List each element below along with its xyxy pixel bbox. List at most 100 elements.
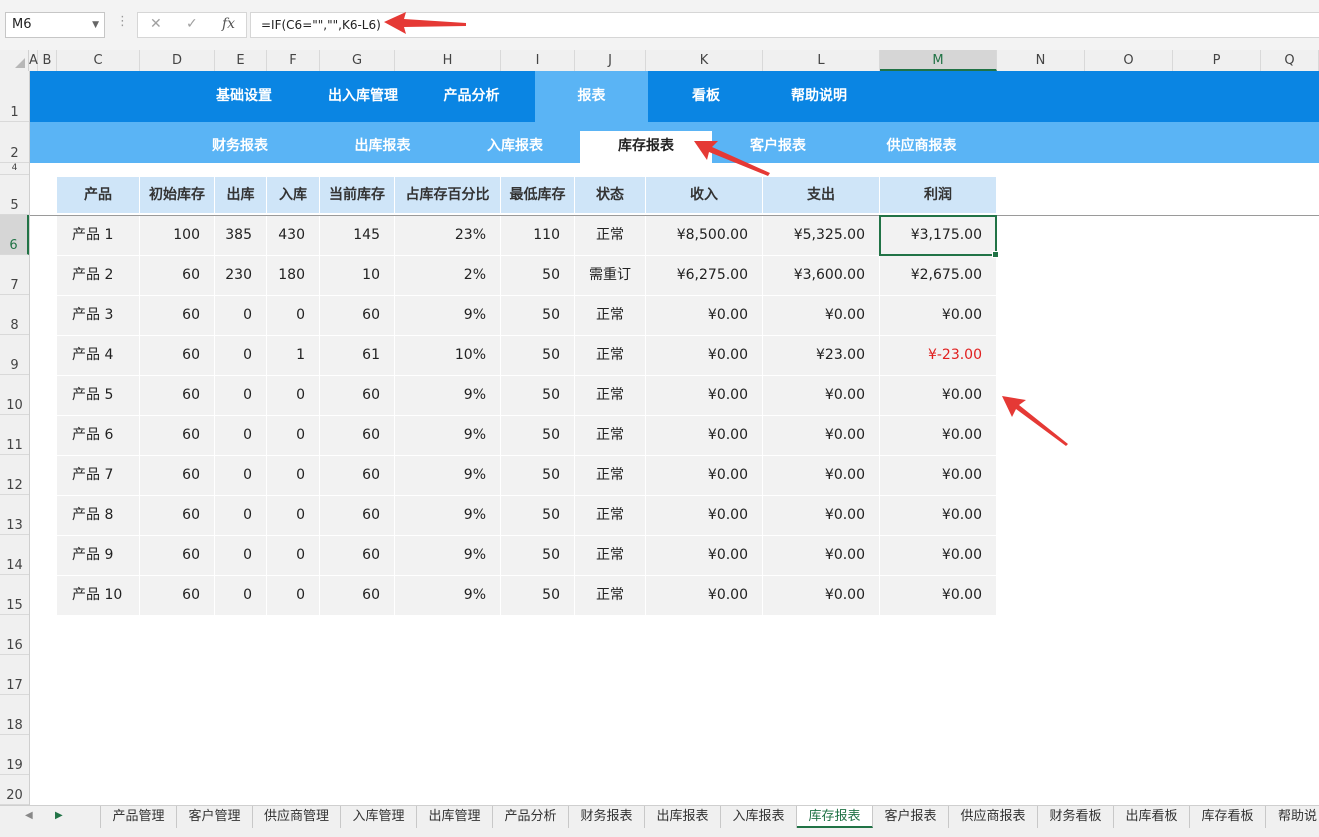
cancel-icon[interactable]: ✕ bbox=[150, 16, 162, 32]
table-cell[interactable]: 60 bbox=[320, 296, 394, 335]
table-cell[interactable]: 0 bbox=[267, 376, 319, 415]
table-cell[interactable]: 产品 1 bbox=[57, 216, 139, 255]
table-cell[interactable]: 60 bbox=[140, 336, 214, 375]
table-cell[interactable]: 0 bbox=[215, 496, 266, 535]
sheet-tab[interactable]: 入库管理 bbox=[341, 806, 417, 828]
nav-main-1[interactable]: 出入库管理 bbox=[320, 71, 406, 122]
table-cell[interactable]: 产品 6 bbox=[57, 416, 139, 455]
row-header-11[interactable]: 11 bbox=[0, 415, 29, 455]
name-box[interactable]: M6 ▼ bbox=[5, 12, 105, 38]
table-cell[interactable]: ¥0.00 bbox=[646, 576, 762, 615]
table-cell[interactable]: 50 bbox=[501, 336, 574, 375]
table-cell[interactable]: 正常 bbox=[575, 456, 645, 495]
column-header-h[interactable]: H bbox=[395, 50, 501, 71]
table-cell[interactable]: ¥0.00 bbox=[763, 416, 879, 455]
table-cell[interactable]: ¥3,175.00 bbox=[880, 216, 996, 255]
table-cell[interactable]: ¥0.00 bbox=[763, 536, 879, 575]
row-header-6[interactable]: 6 bbox=[0, 215, 29, 255]
nav-sub-0[interactable]: 财务报表 bbox=[200, 122, 280, 163]
table-cell[interactable]: 9% bbox=[395, 496, 500, 535]
column-header-j[interactable]: J bbox=[575, 50, 646, 71]
nav-main-5[interactable]: 帮助说明 bbox=[770, 71, 868, 122]
table-cell[interactable]: ¥0.00 bbox=[763, 456, 879, 495]
table-cell[interactable]: 0 bbox=[215, 296, 266, 335]
table-cell[interactable]: 60 bbox=[140, 416, 214, 455]
row-header-17[interactable]: 17 bbox=[0, 655, 29, 695]
table-cell[interactable]: 0 bbox=[215, 456, 266, 495]
table-cell[interactable]: 产品 7 bbox=[57, 456, 139, 495]
table-cell[interactable]: ¥0.00 bbox=[646, 336, 762, 375]
table-cell[interactable]: 产品 10 bbox=[57, 576, 139, 615]
nav-sub-3[interactable]: 库存报表 bbox=[580, 131, 712, 163]
sheet-tab[interactable]: 产品管理 bbox=[100, 806, 177, 828]
table-cell[interactable]: 正常 bbox=[575, 416, 645, 455]
table-cell[interactable]: 110 bbox=[501, 216, 574, 255]
row-header-4[interactable]: 4 bbox=[0, 163, 29, 175]
table-cell[interactable]: ¥0.00 bbox=[880, 496, 996, 535]
insert-function-icon[interactable]: fx bbox=[222, 16, 235, 32]
table-cell[interactable]: 430 bbox=[267, 216, 319, 255]
table-cell[interactable]: ¥3,600.00 bbox=[763, 256, 879, 295]
table-cell[interactable]: ¥5,325.00 bbox=[763, 216, 879, 255]
sheet-tab[interactable]: 库存看板 bbox=[1190, 806, 1266, 828]
table-cell[interactable]: ¥2,675.00 bbox=[880, 256, 996, 295]
table-cell[interactable]: 正常 bbox=[575, 336, 645, 375]
enter-icon[interactable]: ✓ bbox=[186, 16, 198, 32]
table-cell[interactable]: ¥6,275.00 bbox=[646, 256, 762, 295]
table-cell[interactable]: ¥0.00 bbox=[763, 576, 879, 615]
table-cell[interactable]: 50 bbox=[501, 576, 574, 615]
row-header-5[interactable]: 5 bbox=[0, 175, 29, 215]
nav-main-2[interactable]: 产品分析 bbox=[435, 71, 508, 122]
table-cell[interactable]: ¥0.00 bbox=[880, 376, 996, 415]
sheet-tab[interactable]: 客户报表 bbox=[873, 806, 949, 828]
table-cell[interactable]: 50 bbox=[501, 496, 574, 535]
table-cell[interactable]: 0 bbox=[215, 536, 266, 575]
table-cell[interactable]: 0 bbox=[267, 576, 319, 615]
sheet-tab[interactable]: 出库管理 bbox=[417, 806, 493, 828]
more-options-icon[interactable]: ⋮ bbox=[116, 14, 129, 29]
table-cell[interactable]: 正常 bbox=[575, 216, 645, 255]
table-cell[interactable]: ¥0.00 bbox=[646, 496, 762, 535]
table-cell[interactable]: 1 bbox=[267, 336, 319, 375]
row-header-1[interactable]: 1 bbox=[0, 71, 29, 122]
nav-sub-4[interactable]: 客户报表 bbox=[740, 122, 816, 163]
table-cell[interactable]: 0 bbox=[267, 496, 319, 535]
table-cell[interactable]: 50 bbox=[501, 256, 574, 295]
nav-main-0[interactable]: 基础设置 bbox=[212, 71, 276, 122]
nav-sub-1[interactable]: 出库报表 bbox=[345, 122, 420, 163]
table-cell[interactable]: ¥0.00 bbox=[880, 456, 996, 495]
table-cell[interactable]: 60 bbox=[140, 256, 214, 295]
table-cell[interactable]: 60 bbox=[140, 376, 214, 415]
row-header-12[interactable]: 12 bbox=[0, 455, 29, 495]
table-cell[interactable]: ¥-23.00 bbox=[880, 336, 996, 375]
table-cell[interactable]: 9% bbox=[395, 376, 500, 415]
table-cell[interactable]: 0 bbox=[267, 296, 319, 335]
table-cell[interactable]: 230 bbox=[215, 256, 266, 295]
table-cell[interactable]: 60 bbox=[140, 576, 214, 615]
sheet-tab[interactable]: 供应商管理 bbox=[253, 806, 341, 828]
table-cell[interactable]: 50 bbox=[501, 296, 574, 335]
row-header-15[interactable]: 15 bbox=[0, 575, 29, 615]
sheet-tab[interactable]: 出库报表 bbox=[645, 806, 721, 828]
table-cell[interactable]: 60 bbox=[140, 456, 214, 495]
prev-sheet-icon[interactable]: ◀ bbox=[25, 810, 33, 821]
sheet-tab[interactable]: 产品分析 bbox=[493, 806, 569, 828]
table-cell[interactable]: 9% bbox=[395, 296, 500, 335]
table-cell[interactable]: ¥23.00 bbox=[763, 336, 879, 375]
row-header-13[interactable]: 13 bbox=[0, 495, 29, 535]
table-cell[interactable]: 0 bbox=[267, 536, 319, 575]
row-header-10[interactable]: 10 bbox=[0, 375, 29, 415]
row-header-2[interactable]: 2 bbox=[0, 122, 29, 163]
table-cell[interactable]: ¥8,500.00 bbox=[646, 216, 762, 255]
table-cell[interactable]: 0 bbox=[267, 416, 319, 455]
nav-sub-2[interactable]: 入库报表 bbox=[478, 122, 552, 163]
table-cell[interactable]: ¥0.00 bbox=[763, 496, 879, 535]
table-cell[interactable]: 产品 3 bbox=[57, 296, 139, 335]
column-header-f[interactable]: F bbox=[267, 50, 320, 71]
table-cell[interactable]: 正常 bbox=[575, 576, 645, 615]
column-header-a[interactable]: A bbox=[29, 50, 38, 71]
formula-input[interactable]: =IF(C6="","",K6-L6) bbox=[250, 12, 1319, 38]
nav-main-4[interactable]: 看板 bbox=[670, 71, 742, 122]
table-cell[interactable]: 61 bbox=[320, 336, 394, 375]
column-header-l[interactable]: L bbox=[763, 50, 880, 71]
